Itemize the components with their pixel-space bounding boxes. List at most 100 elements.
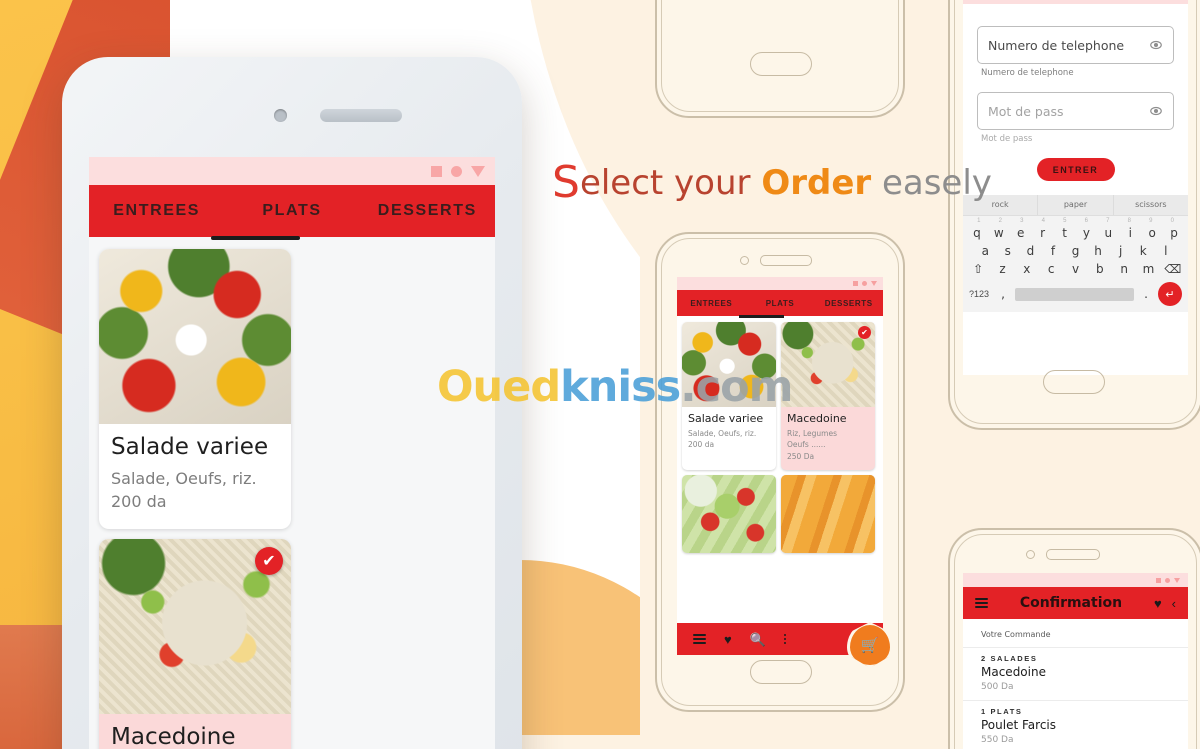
status-bar: [677, 277, 883, 290]
key-s[interactable]: s: [998, 244, 1019, 258]
macedoine-photo: ✔: [99, 539, 291, 715]
key-i[interactable]: i: [1120, 226, 1140, 240]
card-price: 250 Da: [787, 451, 815, 461]
num-hint: 9: [1149, 218, 1153, 224]
camera-icon: [740, 256, 749, 265]
key-y[interactable]: y: [1077, 226, 1097, 240]
num-hint: 2: [998, 218, 1002, 224]
card-price: 200 da: [688, 440, 715, 450]
watermark-part-2: kniss: [560, 362, 681, 412]
square-icon: [853, 281, 858, 286]
phone-mockup-login: Numero de telephone Numero de telephone …: [948, 0, 1200, 430]
tab-plats[interactable]: PLATS: [746, 299, 815, 308]
search-icon[interactable]: 🔍: [750, 633, 766, 646]
key-t[interactable]: t: [1055, 226, 1075, 240]
app-bar: Confirmation ♥ ‹: [963, 587, 1188, 619]
menu-card[interactable]: [682, 474, 776, 553]
login-screen: Numero de telephone Numero de telephone …: [963, 0, 1188, 375]
shift-icon[interactable]: ⇧: [967, 262, 989, 276]
key-j[interactable]: j: [1110, 244, 1131, 258]
key-w[interactable]: w: [989, 226, 1009, 240]
key-k[interactable]: k: [1133, 244, 1154, 258]
phone-mockup-delivery: [655, 0, 905, 118]
order-item-price: 550 Da: [981, 735, 1014, 745]
more-vertical-icon[interactable]: [783, 633, 787, 646]
tab-desserts[interactable]: DESSERTS: [360, 202, 495, 220]
tab-entrees[interactable]: ENTREES: [89, 202, 224, 220]
phone-number-helper: Numero de telephone: [981, 68, 1074, 78]
space-key[interactable]: [1015, 287, 1134, 301]
tab-active-indicator: [210, 236, 301, 240]
tab-plats[interactable]: PLATS: [224, 202, 359, 220]
app-screenshot: Select your Order easely ENTREES PLATS D…: [0, 0, 1200, 749]
password-input[interactable]: Mot de pass: [977, 92, 1174, 130]
key-r[interactable]: r: [1033, 226, 1053, 240]
key-g[interactable]: g: [1065, 244, 1086, 258]
home-button[interactable]: [1043, 370, 1105, 394]
menu-card[interactable]: Salade variee Salade, Oeufs, riz. 200 da: [99, 249, 291, 530]
backspace-icon[interactable]: ⌫: [1162, 262, 1184, 276]
headline-part-three: easely: [871, 163, 992, 203]
square-icon: [1156, 577, 1161, 583]
order-item-qty: 2 SALADES: [981, 654, 1038, 663]
speaker-grille: [1046, 549, 1100, 560]
enter-key[interactable]: ↵: [1158, 282, 1182, 306]
key-x[interactable]: x: [1016, 262, 1038, 276]
order-list: Votre Commande 2 SALADES Macedoine 500 D…: [963, 619, 1188, 749]
menu-icon[interactable]: [693, 632, 706, 646]
key-f[interactable]: f: [1043, 244, 1064, 258]
key-comma[interactable]: ,: [997, 287, 1009, 301]
key-b[interactable]: b: [1089, 262, 1111, 276]
key-d[interactable]: d: [1020, 244, 1041, 258]
speaker-grille: [320, 109, 402, 122]
key-h[interactable]: h: [1088, 244, 1109, 258]
suggestion-paper[interactable]: paper: [1038, 195, 1114, 215]
onscreen-keyboard: r o c k paper scissors 1 2 3 4 5 6 7 8 9 0: [963, 195, 1188, 312]
login-form: Numero de telephone Numero de telephone …: [963, 4, 1188, 181]
eye-icon[interactable]: [1149, 104, 1163, 118]
back-icon[interactable]: ‹: [1172, 596, 1176, 611]
tab-entrees[interactable]: ENTREES: [677, 299, 746, 308]
key-l[interactable]: l: [1155, 244, 1176, 258]
key-v[interactable]: v: [1064, 262, 1086, 276]
key-z[interactable]: z: [991, 262, 1013, 276]
keyboard-row-1: q w e r t y u i o p: [963, 224, 1188, 242]
heart-icon[interactable]: ♥: [1154, 596, 1162, 611]
heart-icon[interactable]: ♥: [724, 633, 732, 646]
order-item[interactable]: 2 SALADES Macedoine 500 Da: [963, 647, 1188, 700]
number-hint-row: 1 2 3 4 5 6 7 8 9 0: [963, 216, 1188, 224]
order-item-name: Poulet Farcis: [981, 718, 1056, 732]
tab-desserts[interactable]: DESSERTS: [814, 299, 883, 308]
num-hint: 1: [977, 218, 981, 224]
symbols-key[interactable]: ?123: [969, 289, 991, 299]
key-q[interactable]: q: [967, 226, 987, 240]
key-p[interactable]: p: [1164, 226, 1184, 240]
menu-icon[interactable]: [975, 596, 988, 610]
submit-button[interactable]: ENTRER: [1036, 158, 1115, 181]
tab-active-indicator: [738, 315, 785, 318]
menu-card[interactable]: [781, 474, 875, 553]
card-title: Salade variee: [688, 412, 764, 425]
phone-mockup-menu: ENTREES PLATS DESSERTS Salade variee Sal…: [655, 232, 905, 712]
num-hint: 5: [1063, 218, 1067, 224]
key-o[interactable]: o: [1142, 226, 1162, 240]
key-u[interactable]: u: [1098, 226, 1118, 240]
menu-card-selected[interactable]: ✔ Macedoine Riz, Legumes Oeufs ...... 25…: [781, 322, 875, 470]
key-c[interactable]: c: [1040, 262, 1062, 276]
home-button[interactable]: [750, 52, 812, 76]
home-button[interactable]: [750, 660, 812, 684]
key-m[interactable]: m: [1137, 262, 1159, 276]
suggestion-scissors[interactable]: scissors: [1114, 195, 1188, 215]
card-title: Macedoine: [787, 412, 847, 425]
menu-card-selected[interactable]: ✔ Macedoine Riz, Legumes Oeufs ....... 2…: [99, 539, 291, 749]
key-period[interactable]: .: [1140, 287, 1152, 301]
key-a[interactable]: a: [975, 244, 996, 258]
tab-bar: ENTREES PLATS DESSERTS: [89, 185, 495, 240]
macedoine-photo: ✔: [781, 322, 875, 407]
phone-number-input[interactable]: Numero de telephone: [977, 26, 1174, 64]
eye-icon[interactable]: [1149, 38, 1163, 52]
key-n[interactable]: n: [1113, 262, 1135, 276]
key-e[interactable]: e: [1011, 226, 1031, 240]
page-title: Confirmation: [1019, 595, 1123, 611]
order-item[interactable]: 1 PLATS Poulet Farcis 550 Da: [963, 700, 1188, 749]
